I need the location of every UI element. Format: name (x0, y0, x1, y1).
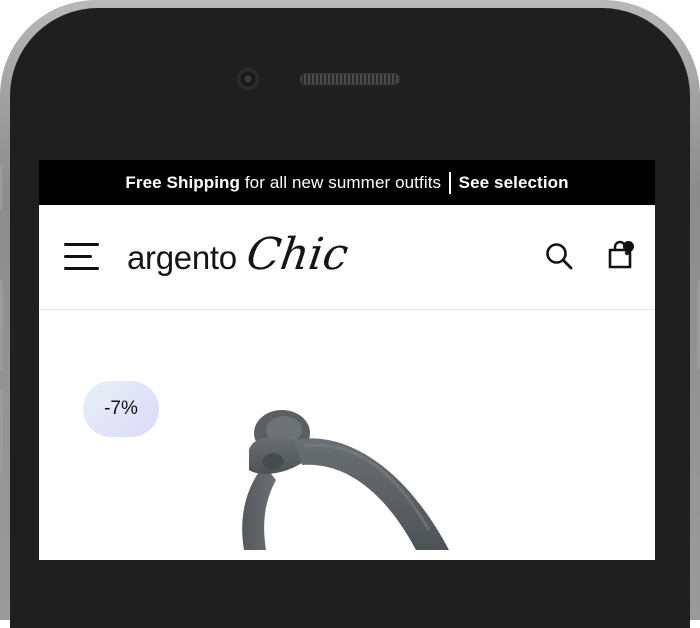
cart-notification-dot (623, 241, 634, 252)
earpiece-speaker (300, 73, 400, 85)
phone-screen: Free Shipping for all new summer outfits… (39, 160, 655, 560)
promo-text: for all new summer outfits (244, 172, 442, 192)
front-camera (237, 68, 259, 90)
phone-volume-up-button (0, 280, 3, 370)
logo-script: Chic (243, 229, 352, 280)
phone-mute-switch (0, 165, 3, 209)
product-section: -7% (39, 310, 655, 560)
phone-volume-down-button (0, 390, 3, 480)
promo-banner: Free Shipping for all new summer outfits… (39, 160, 655, 205)
hamburger-menu-icon[interactable] (64, 243, 99, 271)
logo-wordmark: argento (127, 239, 237, 276)
product-image[interactable] (204, 410, 504, 555)
site-header: argento Chic (39, 205, 655, 310)
discount-badge: -7% (83, 381, 159, 437)
brand-logo[interactable]: argento Chic (127, 225, 351, 285)
search-icon[interactable] (544, 241, 574, 271)
promo-divider (449, 171, 451, 194)
shopping-bag-icon[interactable] (605, 239, 637, 271)
see-selection-link[interactable]: See selection (459, 173, 569, 193)
promo-highlight: Free Shipping (125, 172, 241, 192)
